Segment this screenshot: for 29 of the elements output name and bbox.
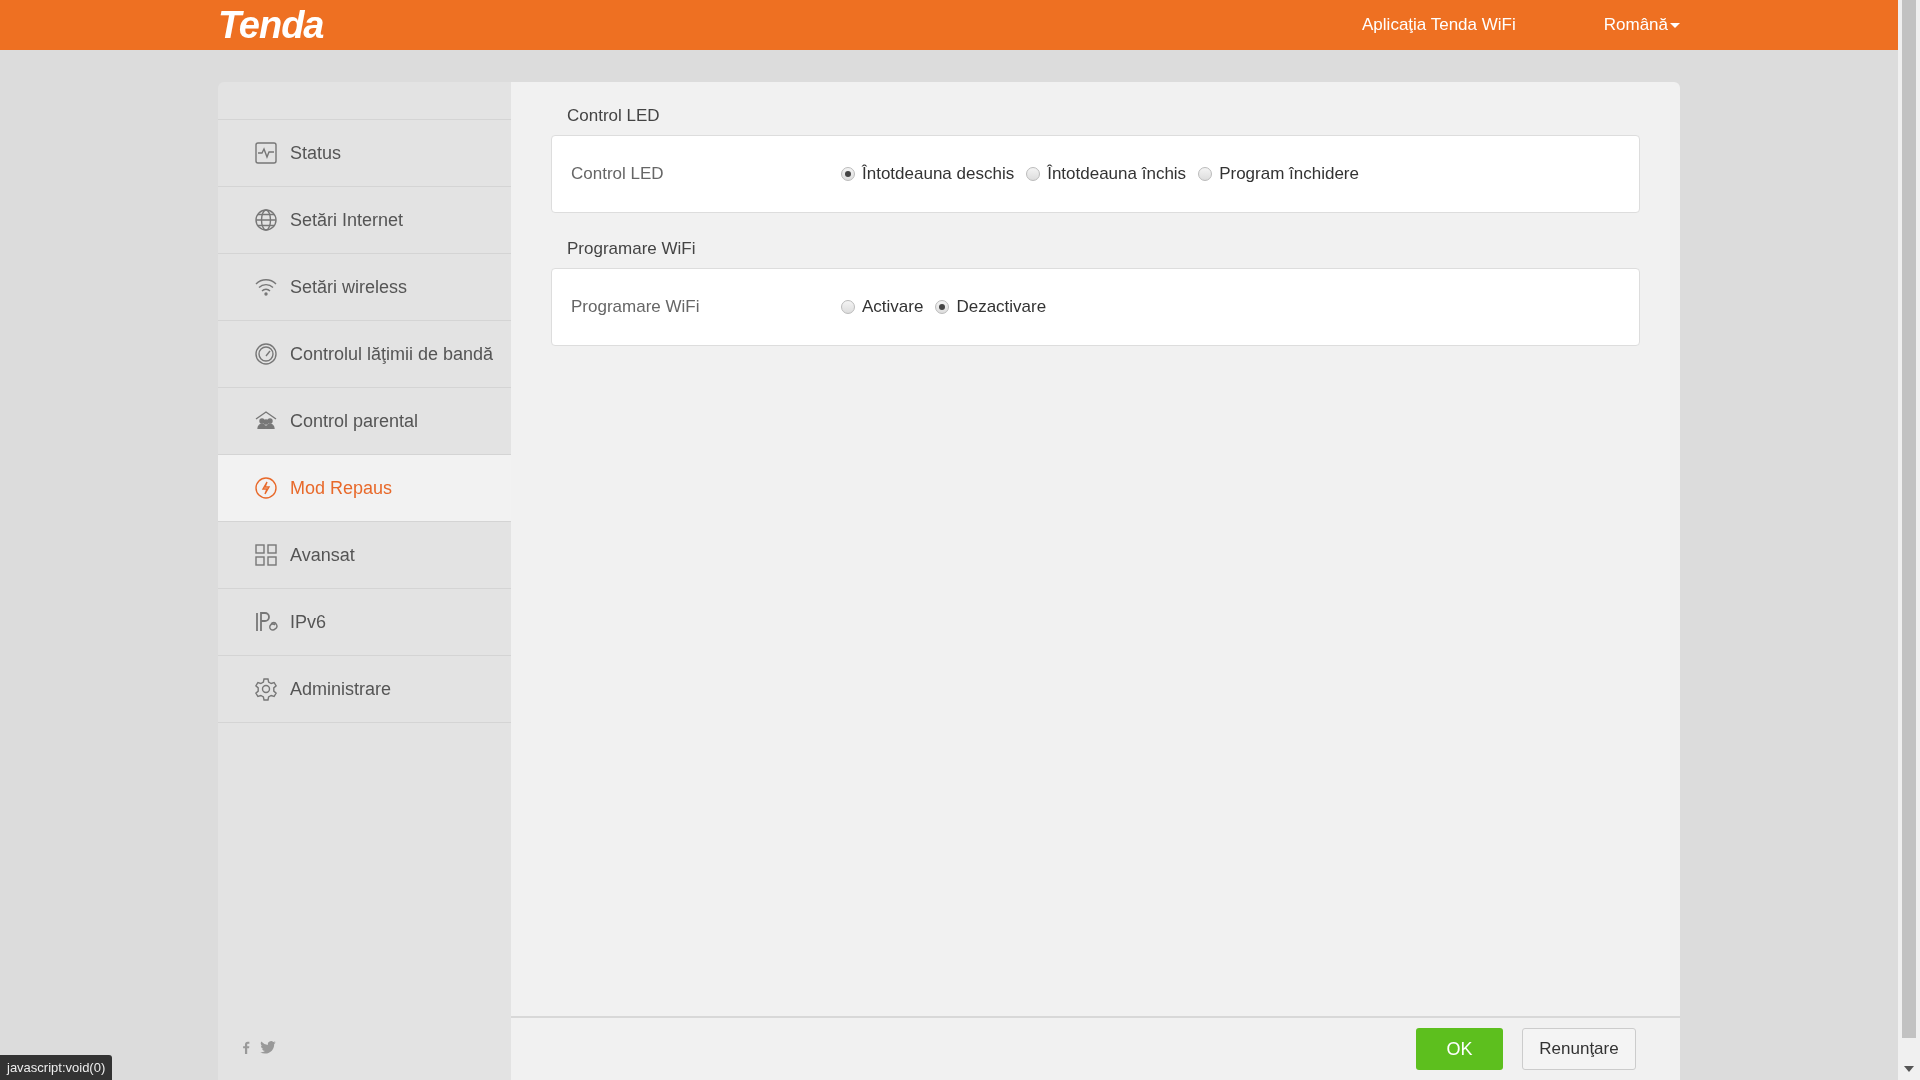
cancel-button[interactable]: Renunţare bbox=[1522, 1028, 1636, 1070]
scroll-down-icon[interactable] bbox=[1904, 1066, 1914, 1072]
facebook-icon[interactable] bbox=[242, 1041, 250, 1054]
radio-button[interactable] bbox=[841, 167, 855, 181]
section-title: Control LED bbox=[566, 106, 661, 126]
radio-option[interactable]: Activare bbox=[841, 297, 924, 317]
twitter-icon[interactable] bbox=[260, 1041, 276, 1054]
scrollbar[interactable] bbox=[1898, 0, 1920, 1080]
activity-icon bbox=[254, 141, 278, 165]
field-label: Programare WiFi bbox=[571, 297, 701, 317]
radio-option[interactable]: Întotdeauna deschis bbox=[841, 164, 1015, 184]
scrollbar-thumb[interactable] bbox=[1902, 0, 1916, 1038]
status-tooltip: javascript:void(0) bbox=[0, 1055, 113, 1080]
radio-option[interactable]: Întotdeauna închis bbox=[1026, 164, 1187, 184]
gear-icon bbox=[254, 677, 278, 701]
field-label: Control LED bbox=[571, 164, 665, 184]
gauge-icon bbox=[254, 342, 278, 366]
grid-icon bbox=[254, 543, 278, 567]
radio-option[interactable]: Dezactivare bbox=[935, 297, 1047, 317]
caret-icon bbox=[1670, 22, 1680, 28]
lightning-icon bbox=[254, 476, 278, 500]
section-title: Programare WiFi bbox=[566, 239, 697, 259]
radio-button[interactable] bbox=[935, 300, 950, 314]
radio-button[interactable] bbox=[1198, 167, 1213, 181]
ipv6-icon bbox=[254, 610, 278, 634]
radio-button[interactable] bbox=[1026, 167, 1041, 181]
radio-option[interactable]: Program închidere bbox=[1198, 164, 1359, 184]
radio-button[interactable] bbox=[841, 300, 855, 314]
globe-icon bbox=[254, 208, 278, 232]
